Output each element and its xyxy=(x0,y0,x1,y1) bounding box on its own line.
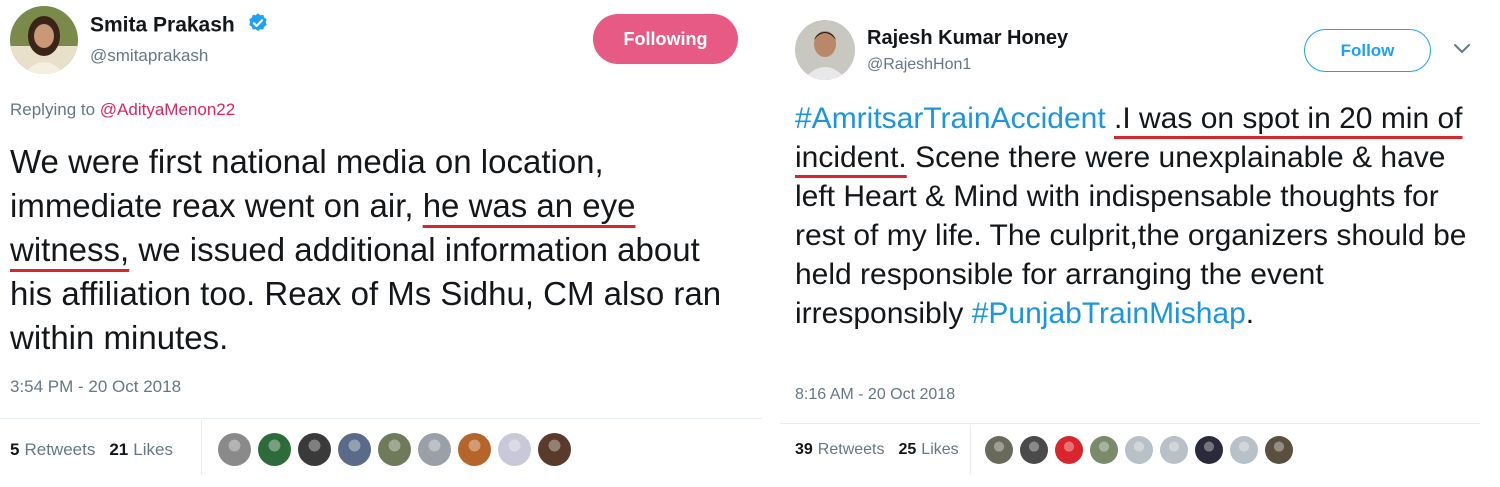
divider xyxy=(0,418,762,419)
follow-button[interactable]: Follow xyxy=(1304,29,1431,72)
liker-avatar[interactable] xyxy=(258,433,291,466)
avatar[interactable] xyxy=(10,6,78,74)
replying-to: Replying to @AdityaMenon22 xyxy=(10,100,235,120)
display-name-text[interactable]: Smita Prakash xyxy=(90,14,235,37)
liker-avatar[interactable] xyxy=(1090,436,1118,464)
liker-avatar[interactable] xyxy=(218,433,251,466)
avatar-image xyxy=(795,20,855,80)
retweets-count: 5 xyxy=(10,440,20,459)
likes-count: 25 xyxy=(898,441,917,458)
handle[interactable]: @RajeshHon1 xyxy=(867,56,971,74)
likes-stat[interactable]: 25 Likes xyxy=(899,441,959,459)
likers-avatars xyxy=(985,436,1300,464)
timestamp-link[interactable]: 3:54 PM - 20 Oct 2018 xyxy=(10,377,181,397)
likes-stat[interactable]: 21 Likes xyxy=(109,440,173,460)
hashtag-link[interactable]: #PunjabTrainMishap xyxy=(972,297,1246,330)
vertical-divider xyxy=(970,425,971,475)
divider xyxy=(780,423,1480,424)
retweets-count: 39 xyxy=(795,441,813,458)
chevron-down-icon[interactable] xyxy=(1453,42,1471,61)
avatar-image xyxy=(10,6,78,74)
display-name[interactable]: Smita Prakash xyxy=(90,12,269,40)
following-button[interactable]: Following xyxy=(593,14,738,64)
liker-avatar[interactable] xyxy=(1125,436,1153,464)
liker-avatar[interactable] xyxy=(1160,436,1188,464)
likers-avatars xyxy=(218,433,578,466)
vertical-divider xyxy=(201,420,202,475)
liker-avatar[interactable] xyxy=(458,433,491,466)
tweet-text: #AmritsarTrainAccident .I was on spot in… xyxy=(795,99,1485,333)
retweets-stat[interactable]: 39 Retweets xyxy=(795,441,885,459)
retweets-label: Retweets xyxy=(24,440,96,459)
likes-label: Likes xyxy=(921,441,959,458)
replying-mention-link[interactable]: @AdityaMenon22 xyxy=(100,100,235,119)
display-name[interactable]: Rajesh Kumar Honey xyxy=(867,27,1068,50)
timestamp-link[interactable]: 8:16 AM - 20 Oct 2018 xyxy=(795,386,955,404)
liker-avatar[interactable] xyxy=(1055,436,1083,464)
liker-avatar[interactable] xyxy=(985,436,1013,464)
retweets-stat[interactable]: 5 Retweets xyxy=(10,440,95,460)
tweet-text: We were first national media on location… xyxy=(10,140,730,360)
engagement-stats: 5 Retweets 21 Likes xyxy=(10,440,173,460)
tweet-rajesh-kumar-honey: Rajesh Kumar Honey @RajeshHon1 Follow #A… xyxy=(780,0,1500,487)
retweets-label: Retweets xyxy=(817,441,885,458)
tweet-smita-prakash: Smita Prakash @smitaprakash Following Re… xyxy=(0,0,770,487)
likes-count: 21 xyxy=(109,440,129,459)
liker-avatar[interactable] xyxy=(338,433,371,466)
tweet-text-part: . xyxy=(1245,297,1255,330)
verified-badge-icon xyxy=(247,12,269,40)
likes-label: Likes xyxy=(133,440,173,459)
liker-avatar[interactable] xyxy=(298,433,331,466)
replying-prefix: Replying to xyxy=(10,100,96,119)
handle[interactable]: @smitaprakash xyxy=(90,46,208,66)
liker-avatar[interactable] xyxy=(538,433,571,466)
engagement-stats: 39 Retweets 25 Likes xyxy=(795,441,959,459)
liker-avatar[interactable] xyxy=(498,433,531,466)
liker-avatar[interactable] xyxy=(1020,436,1048,464)
liker-avatar[interactable] xyxy=(1230,436,1258,464)
tweet-text-part xyxy=(1106,102,1114,135)
liker-avatar[interactable] xyxy=(1265,436,1293,464)
liker-avatar[interactable] xyxy=(1195,436,1223,464)
liker-avatar[interactable] xyxy=(418,433,451,466)
hashtag-link[interactable]: #AmritsarTrainAccident xyxy=(795,102,1106,135)
avatar[interactable] xyxy=(795,20,855,80)
liker-avatar[interactable] xyxy=(378,433,411,466)
